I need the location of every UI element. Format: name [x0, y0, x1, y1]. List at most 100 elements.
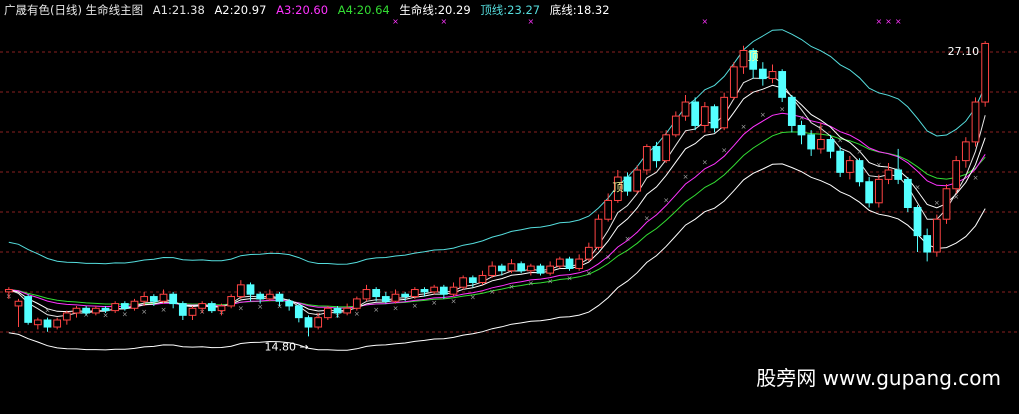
chart-header: 广晟有色(日线) 生命线主图 A1:21.38 A2:20.97 A3:20.6… — [4, 2, 616, 18]
signal-marker: × — [885, 17, 892, 26]
candle-body — [188, 307, 197, 316]
candle-body — [14, 300, 23, 307]
candle-body — [381, 296, 390, 302]
candle-body — [43, 319, 52, 328]
lifeline-marker: × — [876, 161, 882, 169]
signal-marker: × — [875, 17, 882, 26]
candle-body — [623, 176, 632, 192]
lifeline-marker: × — [45, 307, 51, 315]
candle-body — [130, 300, 139, 309]
candle-body — [836, 150, 845, 173]
lifeline-marker: × — [625, 235, 631, 243]
candle-body — [807, 134, 816, 150]
candle-body — [4, 289, 13, 293]
candle-body — [758, 68, 767, 80]
candle-body — [700, 106, 709, 126]
lifeline-marker: × — [953, 193, 959, 201]
candle-body — [227, 296, 236, 307]
lifeline-marker: × — [470, 294, 476, 302]
indicator-lifeline: 生命线:20.29 — [399, 3, 471, 17]
candle-body — [565, 258, 574, 269]
candle-body — [913, 207, 922, 237]
lifeline-marker: × — [257, 303, 263, 311]
candle-body — [961, 141, 970, 162]
candle-body — [874, 178, 883, 204]
top-signal-label: 顶 — [748, 50, 759, 63]
candle-body — [439, 286, 448, 295]
candle-body — [671, 115, 680, 136]
candle-body — [903, 178, 912, 208]
candle-body — [797, 124, 806, 136]
candle-body — [787, 96, 796, 126]
lifeline-marker: × — [702, 158, 708, 166]
lifeline-marker: × — [412, 302, 418, 310]
lifeline-marker: × — [528, 280, 534, 288]
lifeline-marker: × — [857, 148, 863, 156]
candle-body — [62, 312, 71, 321]
lifeline-marker: × — [721, 147, 727, 155]
lifeline-marker: × — [663, 197, 669, 205]
chart-title: 广晟有色(日线) 生命线主图 — [4, 3, 144, 17]
candle-body — [333, 307, 342, 314]
candle-body — [159, 293, 168, 302]
candle-body — [33, 319, 42, 326]
candle-body — [246, 284, 255, 295]
price-chart[interactable]: ×× × × × × × ×× × × × × ×××× × × ×××××××××××××××××××××… — [0, 0, 1019, 414]
candle-body — [82, 307, 91, 314]
lifeline-marker: × — [644, 214, 650, 222]
candle-body — [845, 160, 854, 173]
candle-body — [236, 284, 245, 298]
lifeline-marker: × — [489, 288, 495, 296]
candle-body — [768, 71, 777, 80]
lifeline-marker: × — [605, 253, 611, 261]
candle-body — [710, 106, 719, 129]
candle-body — [633, 169, 642, 192]
lifeline-marker: × — [238, 304, 244, 312]
candle-body — [884, 169, 893, 180]
lifeline-marker: × — [683, 173, 689, 181]
candle-body — [91, 307, 100, 314]
candle-body — [265, 293, 274, 300]
indicator-bottomline: 底线:18.32 — [549, 3, 610, 17]
lifeline-marker: × — [586, 269, 592, 277]
candle-body — [575, 258, 584, 269]
lifeline-marker: × — [431, 299, 437, 307]
candle-body — [120, 303, 129, 309]
candle-body — [285, 300, 294, 307]
candle-body — [652, 146, 661, 162]
candle-body — [526, 265, 535, 272]
indicator-a4: A4:20.64 — [337, 3, 390, 17]
candle-body — [942, 188, 951, 220]
candle-body — [932, 218, 941, 253]
candle-body — [372, 289, 381, 298]
candle-body — [149, 296, 158, 302]
candle-body — [294, 305, 303, 319]
candle-body — [478, 274, 487, 283]
candle-body — [217, 305, 226, 312]
lifeline-marker: × — [373, 306, 379, 314]
indicator-a1: A1:21.38 — [152, 3, 205, 17]
candle-body — [555, 258, 564, 267]
candle-body — [894, 169, 903, 180]
signal-marker: × — [701, 17, 708, 26]
signal-marker: × — [440, 17, 447, 26]
top-signal-label: 顶 — [612, 181, 623, 194]
candle-body — [865, 181, 874, 204]
candle-body — [488, 265, 497, 276]
candle-body — [314, 317, 323, 328]
candle-body — [140, 296, 149, 302]
candle-body — [546, 265, 555, 274]
indicator-topline: 顶线:23.27 — [480, 3, 541, 17]
candle-body — [430, 286, 439, 293]
candle-body — [24, 296, 33, 323]
candle-body — [594, 218, 603, 248]
candle-body — [169, 293, 178, 305]
candle-body — [816, 139, 825, 150]
lifeline-marker: × — [741, 123, 747, 131]
candle-body — [53, 319, 62, 328]
candle-body — [536, 265, 545, 274]
lifeline-marker: × — [451, 298, 457, 306]
candle-body — [420, 289, 429, 293]
candle-body — [111, 303, 120, 312]
candle-body — [923, 235, 932, 253]
